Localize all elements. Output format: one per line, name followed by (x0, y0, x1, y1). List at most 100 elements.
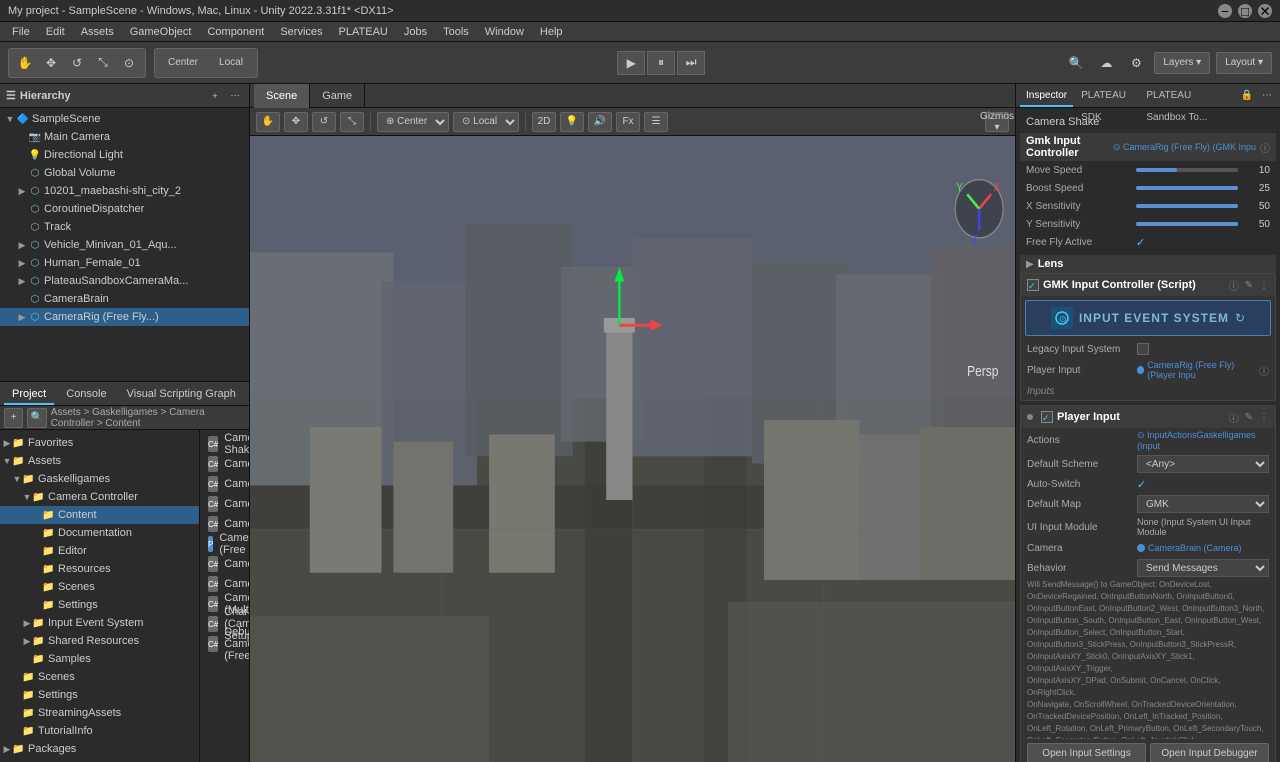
auto-switch-checkbox[interactable]: ✓ (1137, 478, 1146, 491)
hierarchy-item-global-volume[interactable]: ⬡Global Volume (0, 164, 249, 182)
tab-scene[interactable]: Scene (254, 84, 310, 108)
proj-search-button[interactable]: 🔍 (27, 408, 46, 428)
scene-view-btn-3[interactable]: 🔊 (588, 112, 612, 132)
tree-item-editor[interactable]: 📁Editor (0, 542, 199, 560)
refresh-icon[interactable]: ↻ (1235, 311, 1245, 325)
menu-item-component[interactable]: Component (199, 22, 272, 42)
tree-item-gaskelligames[interactable]: ▼📁Gaskelligames (0, 470, 199, 488)
hierarchy-item-samplescene[interactable]: ▼🔷SampleScene (0, 110, 249, 128)
scene-view-btn-2[interactable]: 💡 (560, 112, 584, 132)
legacy-checkbox[interactable] (1137, 343, 1149, 355)
gmk-script-info[interactable]: ⓘ (1229, 278, 1239, 293)
tree-item-settings[interactable]: 📁Settings (0, 596, 199, 614)
menu-item-file[interactable]: File (4, 22, 38, 42)
cloud-button[interactable]: ☁ (1094, 51, 1118, 75)
boost-speed-slider[interactable] (1136, 186, 1238, 190)
hierarchy-item-directional-light[interactable]: 💡Directional Light (0, 146, 249, 164)
layout-button[interactable]: Layout ▾ (1216, 52, 1272, 74)
gmk-info-icon[interactable]: ⓘ (1260, 140, 1270, 155)
local-dropdown[interactable]: ⊙ Local (453, 112, 519, 132)
scene-view-btn-1[interactable]: 2D (532, 112, 556, 132)
hierarchy-item-camerabrain[interactable]: ⬡CameraBrain (0, 290, 249, 308)
player-input-checkbox[interactable] (1041, 411, 1053, 423)
tree-item-camera-controller[interactable]: ▼📁Camera Controller (0, 488, 199, 506)
menu-item-assets[interactable]: Assets (73, 22, 122, 42)
minimize-button[interactable]: − (1218, 4, 1232, 18)
scene-view-btn-5[interactable]: ☰ (644, 112, 668, 132)
open-input-settings-button[interactable]: Open Input Settings (1027, 743, 1146, 762)
file-item-camerarig--free-fly-[interactable]: PCameraRig (Free Fly) (204, 534, 245, 554)
center-dropdown[interactable]: ⊕ Center (377, 112, 449, 132)
tree-item-resources[interactable]: 📁Resources (0, 560, 199, 578)
default-map-select[interactable]: GMK (1137, 495, 1269, 513)
file-item-debug-camera--freefly-[interactable]: C#Debug Camera (FreeFly) (204, 634, 245, 654)
scene-tool-4[interactable]: ⤡ (340, 112, 364, 132)
gmk-script-edit[interactable]: ✎ (1245, 280, 1253, 291)
x-sensitivity-slider[interactable] (1136, 204, 1238, 208)
free-fly-checkbox[interactable]: ✓ (1136, 236, 1145, 249)
player-input-info-btn[interactable]: ⓘ (1229, 410, 1239, 425)
tree-item-samples[interactable]: 📁Samples (0, 650, 199, 668)
hierarchy-add-button[interactable]: + (207, 88, 223, 104)
move-speed-slider[interactable] (1136, 168, 1238, 172)
camera-value[interactable]: CameraBrain (Camera) (1148, 543, 1242, 553)
local-button[interactable]: Local (209, 51, 253, 75)
file-item-camera-shaker[interactable]: C#Camera Shaker (204, 434, 245, 454)
close-button[interactable]: ✕ (1258, 4, 1272, 18)
tree-item-settings[interactable]: 📁Settings (0, 686, 199, 704)
scene-view-btn-4[interactable]: Fx (616, 112, 640, 132)
hierarchy-menu-button[interactable]: ⋯ (227, 88, 243, 104)
tree-item-streamingassets[interactable]: 📁StreamingAssets (0, 704, 199, 722)
scene-tool-2[interactable]: ✥ (284, 112, 308, 132)
center-button[interactable]: Center (159, 51, 207, 75)
tab-visual-scripting[interactable]: Visual Scripting Graph (119, 383, 244, 405)
behavior-select[interactable]: Send Messages (1137, 559, 1269, 577)
gmk-script-checkbox[interactable] (1027, 279, 1039, 291)
menu-item-services[interactable]: Services (272, 22, 330, 42)
tree-item-tutorialinfo[interactable]: 📁TutorialInfo (0, 722, 199, 740)
hierarchy-item-camerarig--free-fly----[interactable]: ▶⬡CameraRig (Free Fly...) (0, 308, 249, 326)
hierarchy-item-main-camera[interactable]: 📷Main Camera (0, 128, 249, 146)
tab-inspector[interactable]: Inspector (1020, 85, 1073, 107)
open-input-debugger-button[interactable]: Open Input Debugger (1150, 743, 1269, 762)
menu-item-window[interactable]: Window (477, 22, 532, 42)
file-item-camerabrain[interactable]: C#CameraBrain (204, 454, 245, 474)
tree-item-shared-resources[interactable]: ▶📁Shared Resources (0, 632, 199, 650)
actions-value[interactable]: ⊙ InputActionsGaskelligames (Input (1137, 430, 1269, 451)
tab-plateau-sdk[interactable]: PLATEAU SDK (1075, 85, 1138, 107)
hierarchy-item-vehicle-minivan-01-aqu---[interactable]: ▶⬡Vehicle_Minivan_01_Aqu... (0, 236, 249, 254)
tab-console[interactable]: Console (58, 383, 114, 405)
tree-item-documentation[interactable]: 📁Documentation (0, 524, 199, 542)
file-item-camerarig[interactable]: C#CameraRig (204, 514, 245, 534)
hand-tool[interactable]: ✋ (13, 51, 37, 75)
player-input-edit-btn[interactable]: ✎ (1245, 412, 1253, 423)
menu-item-gameobject[interactable]: GameObject (122, 22, 200, 42)
layers-button[interactable]: Layers ▾ (1154, 52, 1210, 74)
hierarchy-item-human-female-01[interactable]: ▶⬡Human_Female_01 (0, 254, 249, 272)
hierarchy-item-10201-maebashi-shi-city-2[interactable]: ▶⬡10201_maebashi-shi_city_2 (0, 182, 249, 200)
file-item-camerafreelookrig[interactable]: C#CameraFreelookRig (204, 494, 245, 514)
gmk-input-link[interactable]: ⊙ CameraRig (Free Fly) (GMK Inpu (1113, 142, 1256, 153)
player-input-info[interactable]: ⓘ (1259, 363, 1269, 378)
pause-button[interactable]: ⏸ (647, 51, 675, 75)
play-button[interactable]: ▶ (617, 51, 645, 75)
rect-tool[interactable]: ⊙ (117, 51, 141, 75)
tree-item-packages[interactable]: ▶📁Packages (0, 740, 199, 758)
y-sensitivity-slider[interactable] (1136, 222, 1238, 226)
step-button[interactable]: ⏭ (677, 51, 705, 75)
tree-item-input-event-system[interactable]: ▶📁Input Event System (0, 614, 199, 632)
gmk-script-menu[interactable]: ⋮ (1259, 280, 1269, 291)
player-input-link[interactable]: CameraRig (Free Fly) (Player Inpu (1147, 360, 1257, 380)
menu-item-tools[interactable]: Tools (435, 22, 477, 42)
gizmo-button[interactable]: Gizmos ▾ (985, 112, 1009, 132)
file-item-cameradoily[interactable]: C#CameraDoily (204, 474, 245, 494)
file-item-cameratriggerzone[interactable]: C#CameraTriggerZone (204, 574, 245, 594)
tree-item-content[interactable]: 📁Content (0, 506, 199, 524)
maximize-button[interactable]: □ (1238, 4, 1252, 18)
player-input-menu-btn[interactable]: ⋮ (1259, 412, 1269, 423)
scene-tool-3[interactable]: ↺ (312, 112, 336, 132)
tree-item-assets[interactable]: ▼📁Assets (0, 452, 199, 470)
menu-item-plateau[interactable]: PLATEAU (331, 22, 396, 42)
scene-tool-1[interactable]: ✋ (256, 112, 280, 132)
tab-project[interactable]: Project (4, 383, 54, 405)
